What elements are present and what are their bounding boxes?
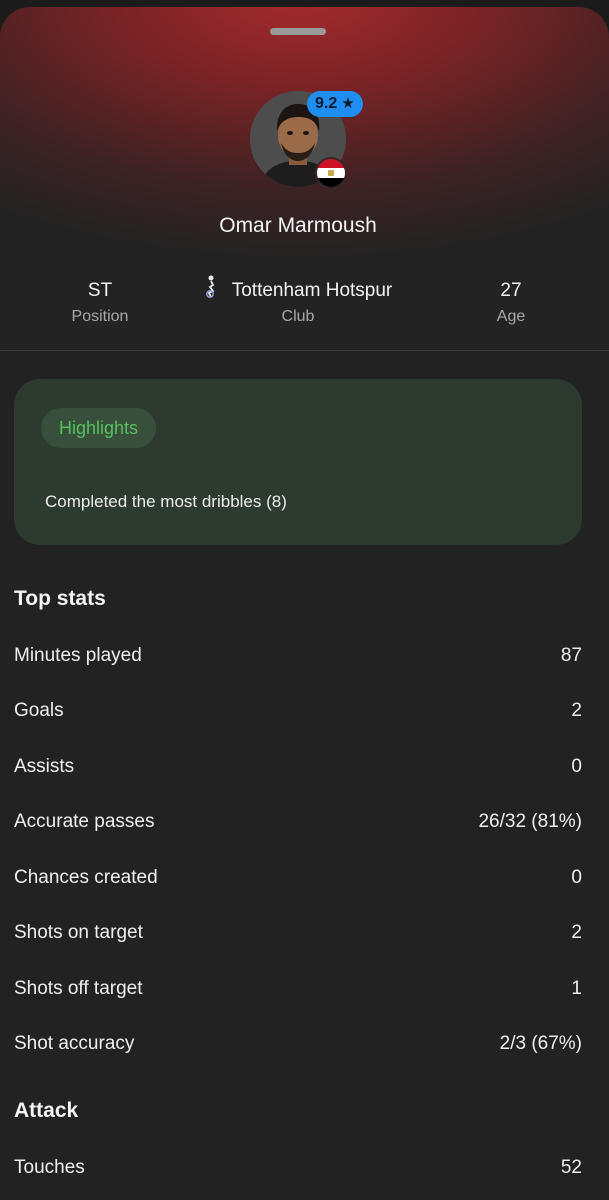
club-crest-icon xyxy=(204,275,218,307)
drag-handle[interactable] xyxy=(270,28,326,35)
stat-row: Shots off target 1 xyxy=(14,974,582,1004)
stat-value: 2 xyxy=(571,922,582,943)
position-info: ST Position xyxy=(50,278,150,326)
egypt-flag-icon xyxy=(315,157,347,189)
club-label: Club xyxy=(281,308,315,325)
stat-value: 0 xyxy=(571,756,582,777)
stat-row: Chances created 0 xyxy=(14,863,582,893)
position-value: ST xyxy=(87,280,113,301)
player-name: Omar Marmoush xyxy=(219,214,377,237)
stat-value: 52 xyxy=(560,1157,582,1178)
stat-label: Accurate passes xyxy=(14,811,155,832)
stat-row: Shot accuracy 2/3 (67%) xyxy=(14,1029,582,1059)
highlights-chip[interactable]: Highlights xyxy=(41,408,157,448)
age-label: Age xyxy=(496,308,526,325)
star-icon: ★ xyxy=(341,95,355,112)
stat-value: 2 xyxy=(571,700,582,721)
club-info[interactable]: Tottenham Hotspur Club xyxy=(178,275,418,326)
stat-row: Touches 52 xyxy=(14,1153,582,1183)
stat-label: Assists xyxy=(14,756,75,777)
stat-row: Minutes played 87 xyxy=(14,641,582,671)
stat-value: 26/32 (81%) xyxy=(478,811,582,832)
stat-row: Goals 2 xyxy=(14,696,582,726)
attack-title: Attack xyxy=(14,1099,79,1122)
player-stats-sheet: 9.2 ★ Omar Marmoush ST Position Tottenha… xyxy=(0,7,609,1200)
top-stats-title: Top stats xyxy=(14,587,106,610)
stat-value: 2/3 (67%) xyxy=(499,1033,582,1054)
stat-row: Shots on target 2 xyxy=(14,918,582,948)
highlight-item: Completed the most dribbles (8) xyxy=(45,492,287,511)
stat-label: Minutes played xyxy=(14,645,142,666)
stat-row: Assists 0 xyxy=(14,752,582,782)
age-value: 27 xyxy=(500,280,522,301)
stat-value: 1 xyxy=(571,978,582,999)
stat-label: Chances created xyxy=(14,867,158,888)
position-label: Position xyxy=(71,308,129,325)
club-value: Tottenham Hotspur xyxy=(231,280,393,301)
rating-value: 9.2 xyxy=(315,95,338,112)
stat-label: Shots on target xyxy=(14,922,143,943)
rating-badge[interactable]: 9.2 ★ xyxy=(307,91,363,117)
age-info: 27 Age xyxy=(471,278,551,326)
stat-value: 87 xyxy=(560,645,582,666)
highlights-card: Highlights Completed the most dribbles (… xyxy=(14,379,582,545)
stat-value: 0 xyxy=(571,867,582,888)
header-divider xyxy=(0,350,609,351)
stat-label: Goals xyxy=(14,700,64,721)
stat-row: Accurate passes 26/32 (81%) xyxy=(14,807,582,837)
stat-label: Touches xyxy=(14,1157,85,1178)
stat-label: Shot accuracy xyxy=(14,1033,135,1054)
stat-label: Shots off target xyxy=(14,978,143,999)
